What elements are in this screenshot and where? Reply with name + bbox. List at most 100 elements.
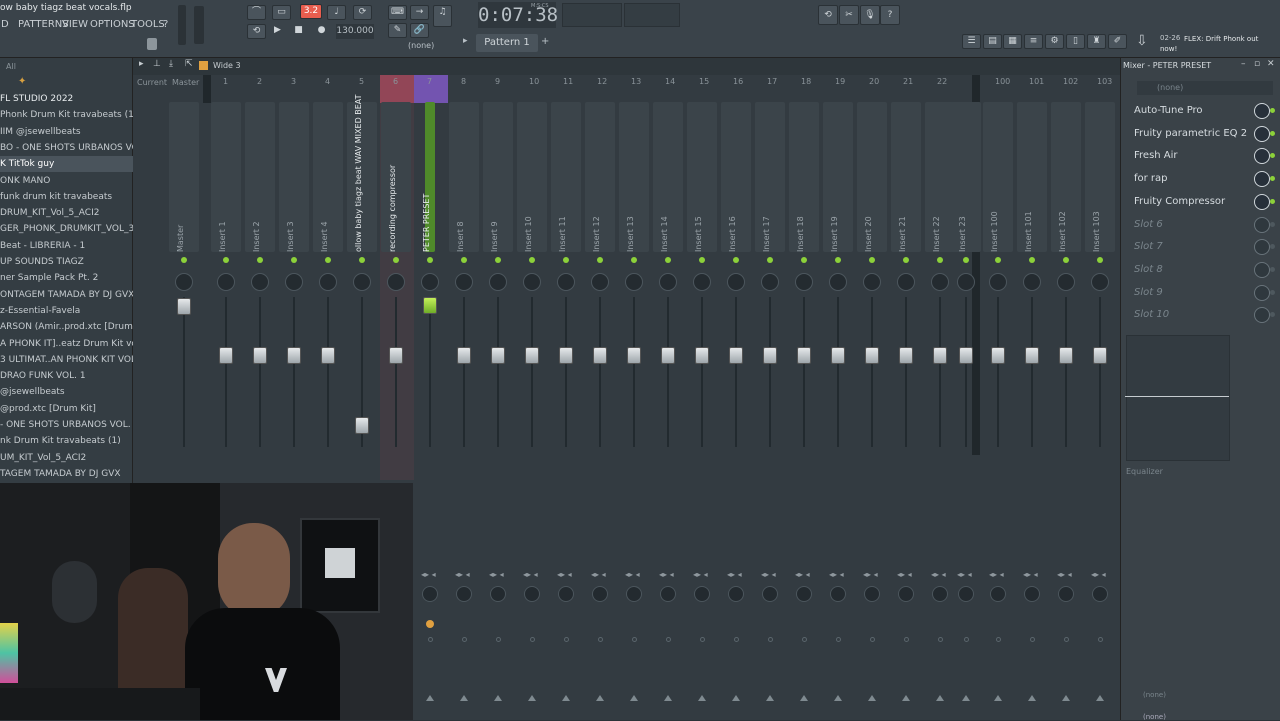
send-knob[interactable] — [990, 586, 1006, 602]
send-dot[interactable] — [870, 637, 875, 642]
send-dot[interactable] — [530, 637, 535, 642]
channel-rack-icon[interactable]: ▦ — [1003, 34, 1022, 49]
browser-item[interactable]: FL STUDIO 2022 — [0, 91, 133, 107]
pan-knob[interactable] — [693, 273, 711, 291]
effect-slot[interactable]: Fresh Air — [1124, 146, 1275, 166]
browser-item[interactable]: UM_KIT_Vol_5_ACI2 — [0, 450, 133, 466]
mute-led[interactable] — [257, 257, 263, 263]
volume-fader[interactable] — [321, 347, 335, 364]
route-arrow-icon[interactable] — [494, 695, 502, 701]
blend-notes-icon[interactable]: ✎ — [388, 23, 407, 38]
browser-icon[interactable]: ▯ — [1066, 34, 1085, 49]
volume-fader[interactable] — [355, 417, 369, 434]
browser-item[interactable]: - ONE SHOTS URBANOS VOL. 2 — [0, 417, 133, 433]
maximize-icon[interactable]: ▫ — [1254, 59, 1260, 69]
minimize-icon[interactable]: – — [1241, 59, 1246, 69]
send-dot[interactable] — [734, 637, 739, 642]
plugin-icon[interactable]: ⚙ — [1045, 34, 1064, 49]
mixer-detach-icon[interactable]: ⇱ — [185, 59, 193, 69]
browser-item[interactable]: z-Essential-Favela — [0, 303, 133, 319]
route-arrows[interactable]: ◂▸ ◂ — [727, 570, 742, 579]
pan-knob[interactable] — [591, 273, 609, 291]
mute-led[interactable] — [597, 257, 603, 263]
play-button[interactable]: ▶ — [268, 24, 287, 39]
route-arrows[interactable]: ◂▸ ◂ — [557, 570, 572, 579]
effect-slot[interactable]: Slot 6 — [1124, 215, 1275, 235]
slot-enable-led[interactable] — [1270, 289, 1275, 295]
pan-knob[interactable] — [727, 273, 745, 291]
mute-led[interactable] — [801, 257, 807, 263]
send-knob[interactable] — [898, 586, 914, 602]
route-arrow-icon[interactable] — [596, 695, 604, 701]
mute-led[interactable] — [835, 257, 841, 263]
pan-knob[interactable] — [795, 273, 813, 291]
route-arrows[interactable]: ◂▸ ◂ — [863, 570, 878, 579]
browser-item[interactable]: DRAO FUNK VOL. 1 — [0, 368, 133, 384]
effect-slot[interactable]: Slot 10 — [1124, 305, 1275, 325]
pan-knob[interactable] — [1091, 273, 1109, 291]
browser-item[interactable]: IIM @jsewellbeats — [0, 124, 133, 140]
pan-knob[interactable] — [761, 273, 779, 291]
download-icon[interactable]: ⇩ — [1136, 33, 1148, 49]
audio-input-icon[interactable]: 🎙 — [860, 5, 880, 25]
menu-tools[interactable]: TOOLS — [131, 19, 165, 30]
volume-fader[interactable] — [177, 298, 191, 315]
pan-knob[interactable] — [989, 273, 1007, 291]
pan-knob[interactable] — [285, 273, 303, 291]
route-arrow-icon[interactable] — [936, 695, 944, 701]
route-arrow-icon[interactable] — [868, 695, 876, 701]
plugin-database-icon[interactable]: ♜ — [1087, 34, 1106, 49]
browser-item[interactable]: UP SOUNDS TIAGZ — [0, 254, 133, 270]
route-arrow-icon[interactable] — [630, 695, 638, 701]
route-arrows[interactable]: ◂▸ ◂ — [829, 570, 844, 579]
send-knob[interactable] — [864, 586, 880, 602]
browser-item[interactable]: ner Sample Pack Pt. 2 — [0, 270, 133, 286]
send-dot[interactable] — [462, 637, 467, 642]
mixer-icon[interactable]: ≡ — [1024, 34, 1043, 49]
cut-icon[interactable]: ✂ — [839, 5, 859, 25]
send-knob[interactable] — [660, 586, 676, 602]
mute-led[interactable] — [665, 257, 671, 263]
browser-item[interactable]: A PHONK IT]..eatz Drum Kit vol 1 — [0, 336, 133, 352]
volume-fader[interactable] — [797, 347, 811, 364]
mute-led[interactable] — [393, 257, 399, 263]
volume-fader[interactable] — [729, 347, 743, 364]
pan-knob[interactable] — [863, 273, 881, 291]
mute-led[interactable] — [733, 257, 739, 263]
menu-view[interactable]: VIEW — [62, 19, 88, 30]
wrench-icon[interactable]: ✐ — [1108, 34, 1127, 49]
mute-led[interactable] — [359, 257, 365, 263]
close-icon[interactable]: ✕ — [1267, 59, 1275, 69]
volume-fader[interactable] — [865, 347, 879, 364]
loop-record-icon[interactable]: ⟳ — [353, 5, 372, 20]
effect-slot[interactable]: Slot 9 — [1124, 283, 1275, 303]
route-arrows[interactable]: ◂▸ ◂ — [1091, 570, 1106, 579]
effect-slot[interactable]: Slot 7 — [1124, 237, 1275, 257]
send-dot[interactable] — [1098, 637, 1103, 642]
step-edit-icon[interactable]: → — [410, 5, 429, 20]
pattern-add-icon[interactable]: + — [541, 36, 549, 47]
browser-all-label[interactable]: All — [6, 62, 16, 71]
send-dot[interactable] — [1064, 637, 1069, 642]
send-knob[interactable] — [1092, 586, 1108, 602]
volume-fader[interactable] — [1093, 347, 1107, 364]
volume-fader[interactable] — [661, 347, 675, 364]
mute-led[interactable] — [223, 257, 229, 263]
send-knob[interactable] — [694, 586, 710, 602]
pan-knob[interactable] — [251, 273, 269, 291]
send-dot[interactable] — [564, 637, 569, 642]
mixer-menu-icon[interactable]: ▸ — [139, 59, 144, 69]
route-arrows[interactable]: ◂▸ ◂ — [659, 570, 674, 579]
mix-knob[interactable] — [1254, 239, 1270, 256]
route-arrow-icon[interactable] — [766, 695, 774, 701]
route-arrow-icon[interactable] — [902, 695, 910, 701]
effect-slot[interactable]: Fruity Compressor — [1124, 192, 1275, 212]
route-arrows[interactable]: ◂▸ ◂ — [957, 570, 972, 579]
mute-led[interactable] — [937, 257, 943, 263]
pan-knob[interactable] — [897, 273, 915, 291]
route-arrows[interactable]: ◂▸ ◂ — [591, 570, 606, 579]
browser-item[interactable]: TAGEM TAMADA BY DJ GVX — [0, 466, 133, 482]
browser-item[interactable]: ONK MANO — [0, 173, 133, 189]
menu-file[interactable]: D — [1, 19, 9, 30]
mix-knob[interactable] — [1254, 125, 1270, 142]
